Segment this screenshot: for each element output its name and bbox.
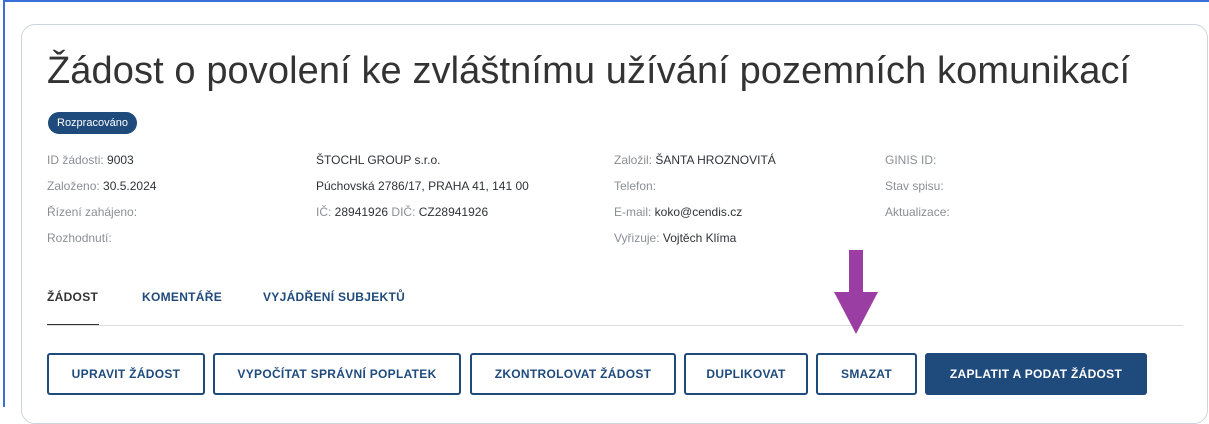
delete-button[interactable]: SMAZAT	[816, 353, 917, 395]
info-created-by: Založil: ŠANTA HROZNOVITÁ	[614, 153, 776, 167]
tab-subject-statements[interactable]: VYJÁDŘENÍ SUBJEKTŮ	[263, 290, 405, 304]
status-badge: Rozpracováno	[48, 112, 137, 134]
info-request-id: ID žádosti: 9003	[47, 153, 134, 167]
info-file-status: Stav spisu:	[885, 179, 944, 193]
info-column-applicant: ŠTOCHL GROUP s.r.o. Púchovská 2786/17, P…	[316, 152, 529, 230]
applicant-company: ŠTOCHL GROUP s.r.o.	[316, 153, 441, 167]
check-request-button[interactable]: ZKONTROLOVAT ŽÁDOST	[470, 353, 676, 395]
info-column-ginis: GINIS ID: Stav spisu: Aktualizace:	[885, 152, 950, 230]
duplicate-button[interactable]: DUPLIKOVAT	[684, 353, 808, 395]
down-arrow-icon	[834, 250, 878, 334]
calculate-fee-button[interactable]: VYPOČÍTAT SPRÁVNÍ POPLATEK	[213, 353, 461, 395]
info-ginis-id: GINIS ID:	[885, 153, 937, 167]
info-decision: Rozhodnutí:	[47, 231, 112, 245]
info-proceedings-started: Řízení zahájeno:	[47, 205, 138, 219]
info-column-request: ID žádosti: 9003 Založeno: 30.5.2024 Říz…	[47, 152, 156, 256]
info-handler: Vyřizuje: Vojtěch Klíma	[614, 231, 737, 245]
tab-comments[interactable]: KOMENTÁŘE	[142, 290, 222, 304]
pay-and-submit-button[interactable]: ZAPLATIT A PODAT ŽÁDOST	[925, 353, 1147, 395]
tabs-divider	[47, 325, 1183, 326]
info-email: E-mail: koko@cendis.cz	[614, 205, 743, 219]
tab-request[interactable]: ŽÁDOST	[47, 290, 98, 304]
page-title: Žádost o povolení ke zvláštnímu užívání …	[47, 50, 1131, 92]
info-column-contacts: Založil: ŠANTA HROZNOVITÁ Telefon: E-mai…	[614, 152, 776, 256]
applicant-ids: IČ: 28941926 DIČ: CZ28941926	[316, 205, 489, 219]
edit-request-button[interactable]: UPRAVIT ŽÁDOST	[47, 353, 205, 395]
info-phone: Telefon:	[614, 179, 657, 193]
applicant-address: Púchovská 2786/17, PRAHA 41, 141 00	[316, 179, 529, 193]
info-updated: Aktualizace:	[885, 205, 950, 219]
info-created: Založeno: 30.5.2024	[47, 179, 157, 193]
